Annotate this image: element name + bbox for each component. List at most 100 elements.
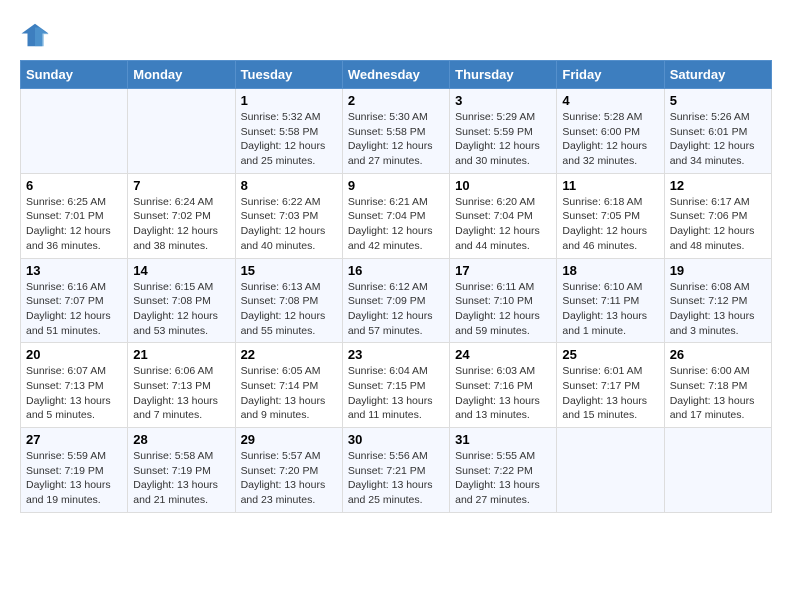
day-number: 27 (26, 432, 122, 447)
calendar-cell: 31Sunrise: 5:55 AMSunset: 7:22 PMDayligh… (450, 428, 557, 513)
day-number: 21 (133, 347, 229, 362)
weekday-header-row: SundayMondayTuesdayWednesdayThursdayFrid… (21, 61, 772, 89)
weekday-header-sunday: Sunday (21, 61, 128, 89)
calendar-cell: 12 Sunrise: 6:17 AMSunset: 7:06 PMDayligh… (664, 173, 771, 258)
day-info: Sunrise: 6:21 AMSunset: 7:04 PMDaylight:… (348, 195, 444, 254)
calendar-cell: 27 Sunrise: 5:59 AMSunset: 7:19 PMDayligh… (21, 428, 128, 513)
day-number: 14 (133, 263, 229, 278)
day-info: Sunrise: 6:08 AMSunset: 7:12 PMDaylight:… (670, 280, 766, 339)
day-info: Sunrise: 6:16 AMSunset: 7:07 PMDaylight:… (26, 280, 122, 339)
day-info: Sunrise: 5:30 AMSunset: 5:58 PMDaylight:… (348, 110, 444, 169)
day-number: 9 (348, 178, 444, 193)
day-info: Sunrise: 6:15 AMSunset: 7:08 PMDaylight:… (133, 280, 229, 339)
calendar-cell: 30 Sunrise: 5:56 AMSunset: 7:21 PMDayligh… (342, 428, 449, 513)
day-number: 5 (670, 93, 766, 108)
calendar-cell: 23 Sunrise: 6:04 AMSunset: 7:15 PMDayligh… (342, 343, 449, 428)
calendar-cell: 7Sunrise: 6:24 AMSunset: 7:02 PMDaylight… (128, 173, 235, 258)
weekday-header-saturday: Saturday (664, 61, 771, 89)
day-info: Sunrise: 5:59 AMSunset: 7:19 PMDaylight:… (26, 449, 122, 508)
day-number: 12 (670, 178, 766, 193)
weekday-header-thursday: Thursday (450, 61, 557, 89)
day-info: Sunrise: 6:11 AMSunset: 7:10 PMDaylight:… (455, 280, 551, 339)
calendar-cell: 5 Sunrise: 5:26 AMSunset: 6:01 PMDaylight… (664, 89, 771, 174)
logo-icon (20, 20, 50, 50)
day-info: Sunrise: 6:13 AMSunset: 7:08 PMDaylight:… (241, 280, 337, 339)
day-number: 2 (348, 93, 444, 108)
weekday-header-wednesday: Wednesday (342, 61, 449, 89)
day-number: 31 (455, 432, 551, 447)
day-number: 29 (241, 432, 337, 447)
day-info: Sunrise: 6:04 AMSunset: 7:15 PMDaylight:… (348, 364, 444, 423)
calendar-table: SundayMondayTuesdayWednesdayThursdayFrid… (20, 60, 772, 513)
day-number: 26 (670, 347, 766, 362)
day-number: 4 (562, 93, 658, 108)
day-number: 28 (133, 432, 229, 447)
page-header (20, 20, 772, 50)
day-number: 18 (562, 263, 658, 278)
calendar-cell: 4Sunrise: 5:28 AMSunset: 6:00 PMDaylight… (557, 89, 664, 174)
day-info: Sunrise: 6:10 AMSunset: 7:11 PMDaylight:… (562, 280, 658, 339)
day-info: Sunrise: 6:22 AMSunset: 7:03 PMDaylight:… (241, 195, 337, 254)
calendar-cell: 28Sunrise: 5:58 AMSunset: 7:19 PMDayligh… (128, 428, 235, 513)
calendar-cell: 20Sunrise: 6:07 AMSunset: 7:13 PMDayligh… (21, 343, 128, 428)
calendar-cell: 26Sunrise: 6:00 AMSunset: 7:18 PMDayligh… (664, 343, 771, 428)
calendar-cell: 22 Sunrise: 6:05 AMSunset: 7:14 PMDayligh… (235, 343, 342, 428)
day-info: Sunrise: 6:17 AMSunset: 7:06 PMDaylight:… (670, 195, 766, 254)
calendar-week-5: 27 Sunrise: 5:59 AMSunset: 7:19 PMDayligh… (21, 428, 772, 513)
day-number: 1 (241, 93, 337, 108)
calendar-cell (664, 428, 771, 513)
day-info: Sunrise: 5:32 AMSunset: 5:58 PMDaylight:… (241, 110, 337, 169)
calendar-cell: 15 Sunrise: 6:13 AMSunset: 7:08 PMDayligh… (235, 258, 342, 343)
day-number: 30 (348, 432, 444, 447)
calendar-cell: 9 Sunrise: 6:21 AMSunset: 7:04 PMDaylight… (342, 173, 449, 258)
weekday-header-tuesday: Tuesday (235, 61, 342, 89)
day-number: 17 (455, 263, 551, 278)
day-info: Sunrise: 5:57 AMSunset: 7:20 PMDaylight:… (241, 449, 337, 508)
calendar-cell: 13 Sunrise: 6:16 AMSunset: 7:07 PMDayligh… (21, 258, 128, 343)
day-info: Sunrise: 6:20 AMSunset: 7:04 PMDaylight:… (455, 195, 551, 254)
day-number: 16 (348, 263, 444, 278)
calendar-cell: 2 Sunrise: 5:30 AMSunset: 5:58 PMDaylight… (342, 89, 449, 174)
calendar-cell: 18 Sunrise: 6:10 AMSunset: 7:11 PMDayligh… (557, 258, 664, 343)
calendar-cell (128, 89, 235, 174)
day-number: 13 (26, 263, 122, 278)
day-info: Sunrise: 6:03 AMSunset: 7:16 PMDaylight:… (455, 364, 551, 423)
calendar-week-3: 13 Sunrise: 6:16 AMSunset: 7:07 PMDayligh… (21, 258, 772, 343)
calendar-cell: 17 Sunrise: 6:11 AMSunset: 7:10 PMDayligh… (450, 258, 557, 343)
calendar-cell: 3 Sunrise: 5:29 AMSunset: 5:59 PMDaylight… (450, 89, 557, 174)
calendar-cell: 19 Sunrise: 6:08 AMSunset: 7:12 PMDayligh… (664, 258, 771, 343)
day-info: Sunrise: 6:05 AMSunset: 7:14 PMDaylight:… (241, 364, 337, 423)
weekday-header-friday: Friday (557, 61, 664, 89)
calendar-cell: 24 Sunrise: 6:03 AMSunset: 7:16 PMDayligh… (450, 343, 557, 428)
day-info: Sunrise: 6:18 AMSunset: 7:05 PMDaylight:… (562, 195, 658, 254)
day-info: Sunrise: 6:24 AMSunset: 7:02 PMDaylight:… (133, 195, 229, 254)
calendar-cell: 21 Sunrise: 6:06 AMSunset: 7:13 PMDayligh… (128, 343, 235, 428)
calendar-week-2: 6Sunrise: 6:25 AMSunset: 7:01 PMDaylight… (21, 173, 772, 258)
day-number: 22 (241, 347, 337, 362)
calendar-cell: 16 Sunrise: 6:12 AMSunset: 7:09 PMDayligh… (342, 258, 449, 343)
weekday-header-monday: Monday (128, 61, 235, 89)
day-number: 6 (26, 178, 122, 193)
day-number: 8 (241, 178, 337, 193)
day-number: 24 (455, 347, 551, 362)
day-number: 10 (455, 178, 551, 193)
day-info: Sunrise: 6:06 AMSunset: 7:13 PMDaylight:… (133, 364, 229, 423)
day-number: 23 (348, 347, 444, 362)
day-number: 19 (670, 263, 766, 278)
day-info: Sunrise: 5:56 AMSunset: 7:21 PMDaylight:… (348, 449, 444, 508)
calendar-cell: 11Sunrise: 6:18 AMSunset: 7:05 PMDayligh… (557, 173, 664, 258)
calendar-cell: 1 Sunrise: 5:32 AMSunset: 5:58 PMDaylight… (235, 89, 342, 174)
day-number: 3 (455, 93, 551, 108)
day-number: 25 (562, 347, 658, 362)
day-info: Sunrise: 6:12 AMSunset: 7:09 PMDaylight:… (348, 280, 444, 339)
calendar-cell: 25Sunrise: 6:01 AMSunset: 7:17 PMDayligh… (557, 343, 664, 428)
calendar-cell: 10 Sunrise: 6:20 AMSunset: 7:04 PMDayligh… (450, 173, 557, 258)
day-info: Sunrise: 5:29 AMSunset: 5:59 PMDaylight:… (455, 110, 551, 169)
day-number: 15 (241, 263, 337, 278)
logo (20, 20, 54, 50)
calendar-cell (21, 89, 128, 174)
day-info: Sunrise: 5:26 AMSunset: 6:01 PMDaylight:… (670, 110, 766, 169)
calendar-week-4: 20Sunrise: 6:07 AMSunset: 7:13 PMDayligh… (21, 343, 772, 428)
calendar-cell: 8 Sunrise: 6:22 AMSunset: 7:03 PMDaylight… (235, 173, 342, 258)
day-number: 20 (26, 347, 122, 362)
